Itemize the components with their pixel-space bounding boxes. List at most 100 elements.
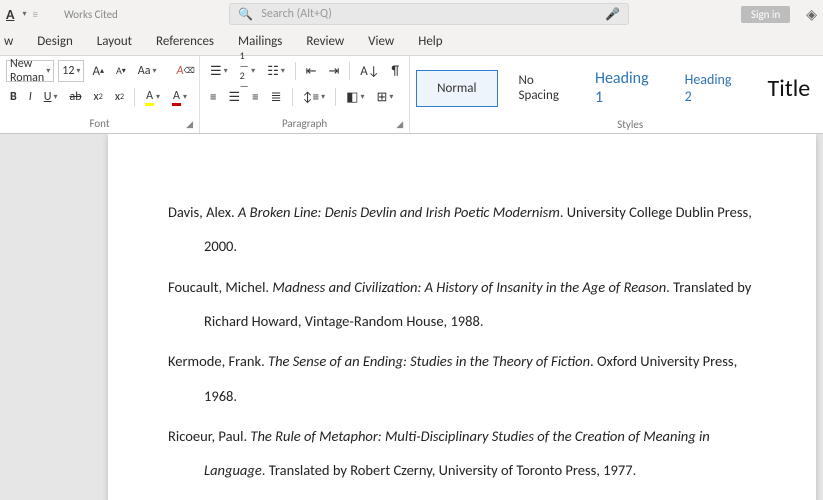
highlight-icon: A (145, 89, 154, 106)
line-spacing-button[interactable]: ↕≡▾ (299, 86, 330, 108)
group-label-font: Font◢ (6, 115, 193, 132)
document-page[interactable]: Davis, Alex. A Broken Line: Denis Devlin… (108, 134, 816, 500)
change-case-icon: Aa (138, 64, 151, 78)
chevron-down-icon: ▾ (46, 66, 50, 76)
ribbon-tabs: w Design Layout References Mailings Revi… (0, 28, 823, 56)
align-center-icon: ☰ (228, 91, 240, 104)
entry-rest: . Translated by Robert Czerny, Universit… (262, 461, 636, 479)
align-left-icon: ≡ (210, 91, 216, 104)
tab-references[interactable]: References (154, 30, 216, 53)
bibliography-entry[interactable]: Kermode, Frank. The Sense of an Ending: … (168, 345, 756, 414)
show-marks-button[interactable]: ¶ (388, 60, 404, 82)
strike-button[interactable]: ab (65, 86, 85, 108)
title-bar: A ▾ ≡ Works Cited 🔍 Search (Alt+Q) 🎤 Sig… (0, 0, 823, 28)
align-right-button[interactable]: ≡ (248, 86, 262, 108)
align-center-button[interactable]: ☰ (224, 86, 244, 108)
entry-author: Ricoeur, Paul. (168, 427, 250, 445)
group-label-styles: Styles◢ (416, 116, 823, 133)
font-size-combo[interactable]: 12▾ (58, 60, 84, 82)
bibliography-entry[interactable]: Foucault, Michel. Madness and Civilizati… (168, 271, 756, 340)
tab-view[interactable]: View (366, 30, 396, 53)
search-input[interactable]: 🔍 Search (Alt+Q) 🎤 (229, 3, 629, 25)
bullets-button[interactable]: ☰▾ (206, 60, 232, 82)
chevron-down-icon: ▾ (183, 92, 187, 102)
dialog-launcher-icon[interactable]: ◢ (396, 119, 403, 130)
italic-icon: I (29, 90, 32, 104)
superscript-button[interactable]: x2 (111, 86, 128, 108)
numbering-button[interactable]: 1—2—▾ (236, 60, 260, 82)
multilevel-icon: ☷ (267, 65, 279, 78)
font-name-value: New Roman (10, 57, 44, 85)
text-highlight-button[interactable]: A▾ (141, 86, 164, 108)
group-styles: NormalNo SpacingHeading 1Heading 2Title▾… (410, 56, 823, 133)
indent-icon: ⇥ (329, 65, 340, 78)
chevron-down-icon: ▾ (251, 66, 255, 76)
group-label-paragraph: Paragraph◢ (206, 115, 403, 132)
entry-title: The Sense of an Ending: Studies in the T… (268, 352, 590, 370)
document-canvas[interactable]: Davis, Alex. A Broken Line: Denis Devlin… (0, 134, 823, 500)
bold-icon: B (10, 90, 17, 104)
tab-w[interactable]: w (2, 30, 15, 53)
align-left-button[interactable]: ≡ (206, 86, 220, 108)
chevron-down-icon: ▾ (281, 66, 285, 76)
chevron-down-icon: ▾ (360, 92, 364, 102)
chevron-down-icon: ▾ (76, 66, 80, 76)
grow-font-button[interactable]: A▴ (88, 60, 108, 82)
qat-overflow-icon[interactable]: ≡ (33, 8, 38, 21)
shrink-font-button[interactable]: A▾ (112, 60, 130, 82)
tab-layout[interactable]: Layout (95, 30, 134, 53)
chevron-down-icon[interactable]: ▾ (22, 9, 26, 19)
tab-help[interactable]: Help (416, 30, 444, 53)
chevron-down-icon: ▾ (321, 92, 325, 102)
font-color-button[interactable]: A▾ (168, 86, 191, 108)
document-title: Works Cited (64, 8, 118, 21)
increase-indent-button[interactable]: ⇥ (325, 60, 344, 82)
tab-design[interactable]: Design (35, 30, 74, 53)
decrease-indent-button[interactable]: ⇤ (302, 60, 321, 82)
entry-title: Madness and Civilization: A History of I… (272, 278, 666, 296)
entry-author: Foucault, Michel. (168, 278, 272, 296)
borders-icon: ⊞ (376, 91, 387, 104)
tab-review[interactable]: Review (304, 30, 346, 53)
underline-button[interactable]: U▾ (40, 86, 62, 108)
strike-icon: ab (69, 90, 81, 104)
shading-icon: ◧ (346, 91, 358, 104)
chevron-down-icon: ▾ (153, 66, 157, 76)
style-heading-1[interactable]: Heading 1 (580, 62, 664, 114)
font-name-combo[interactable]: New Roman▾ (6, 60, 54, 82)
styles-gallery[interactable]: NormalNo SpacingHeading 1Heading 2Title▾ (416, 60, 823, 116)
subscript-button[interactable]: x2 (90, 86, 107, 108)
chevron-down-icon: ▾ (224, 66, 228, 76)
entry-author: Kermode, Frank. (168, 352, 268, 370)
mic-icon[interactable]: 🎤 (605, 7, 620, 22)
style-heading-2[interactable]: Heading 2 (670, 64, 747, 112)
search-icon: 🔍 (238, 7, 253, 22)
change-case-button[interactable]: Aa▾ (134, 60, 161, 82)
clear-formatting-button[interactable]: A⌫ (173, 60, 199, 82)
entry-author: Davis, Alex. (168, 203, 238, 221)
italic-button[interactable]: I (25, 86, 36, 108)
style-no-spacing[interactable]: No Spacing (504, 66, 574, 110)
line-spacing-icon: ↕≡ (303, 91, 320, 104)
chevron-down-icon: ▾ (156, 92, 160, 102)
sign-in-button[interactable]: Sign in (741, 6, 790, 23)
bullets-icon: ☰ (210, 65, 222, 78)
dialog-launcher-icon[interactable]: ◢ (186, 119, 193, 130)
pilcrow-icon: ¶ (392, 65, 400, 78)
style-normal[interactable]: Normal (416, 70, 497, 107)
diamond-icon[interactable]: ◈ (806, 6, 817, 23)
bibliography-entry[interactable]: Ricoeur, Paul. The Rule of Metaphor: Mul… (168, 420, 756, 489)
align-right-icon: ≡ (252, 91, 258, 104)
outdent-icon: ⇤ (306, 65, 317, 78)
bibliography-entry[interactable]: Davis, Alex. A Broken Line: Denis Devlin… (168, 196, 756, 265)
bold-button[interactable]: B (6, 86, 21, 108)
multilevel-button[interactable]: ☷▾ (263, 60, 289, 82)
font-color-icon: A (172, 89, 181, 106)
justify-button[interactable]: ≣ (267, 86, 286, 108)
font-color-icon[interactable]: A (6, 6, 14, 23)
shading-button[interactable]: ◧▾ (342, 86, 368, 108)
borders-button[interactable]: ⊞▾ (372, 86, 397, 108)
search-placeholder: Search (Alt+Q) (261, 7, 332, 21)
style-title[interactable]: Title (753, 67, 823, 110)
sort-button[interactable]: A↓ (356, 60, 383, 82)
